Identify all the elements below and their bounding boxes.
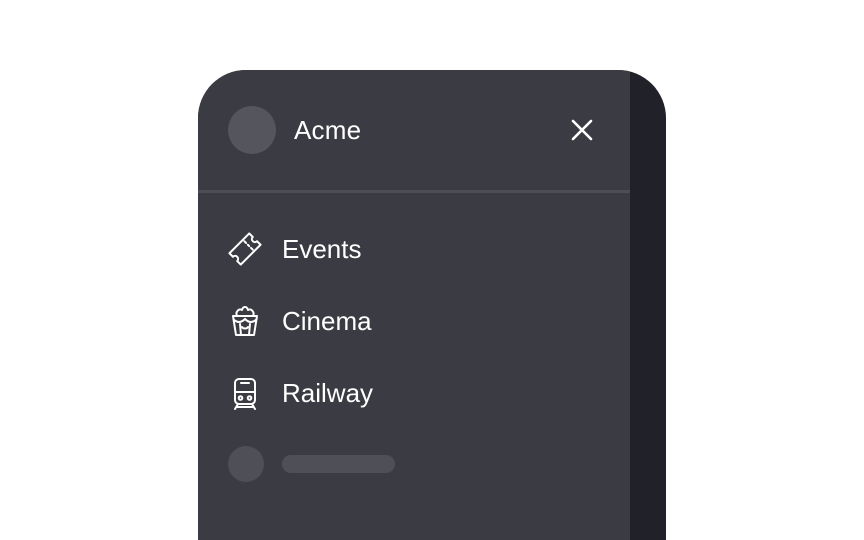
skeleton-nav-item [198, 429, 630, 501]
skeleton-label [282, 455, 395, 473]
train-icon [234, 378, 256, 410]
brand-avatar [228, 106, 276, 154]
nav-item-events[interactable]: Events [198, 213, 630, 285]
nav-list: Events Cinema Railway [198, 213, 630, 429]
brand-name: Acme [294, 115, 362, 145]
close-icon [571, 119, 593, 141]
drawer-header: Acme [198, 70, 630, 191]
device-frame: Acme Events Cinema Railway [198, 70, 666, 540]
close-button[interactable] [564, 112, 600, 148]
navigation-drawer: Acme Events Cinema Railway [198, 70, 630, 540]
nav-label-cinema: Cinema [282, 306, 372, 336]
app-canvas: Acme Events Cinema Railway [0, 0, 864, 540]
nav-label-railway: Railway [282, 378, 374, 408]
header-divider [198, 190, 630, 193]
ticket-icon [228, 232, 262, 266]
skeleton-avatar [228, 446, 264, 482]
nav-label-events: Events [282, 234, 362, 264]
nav-item-railway[interactable]: Railway [198, 357, 630, 429]
popcorn-icon [232, 306, 258, 336]
nav-item-cinema[interactable]: Cinema [198, 285, 630, 357]
